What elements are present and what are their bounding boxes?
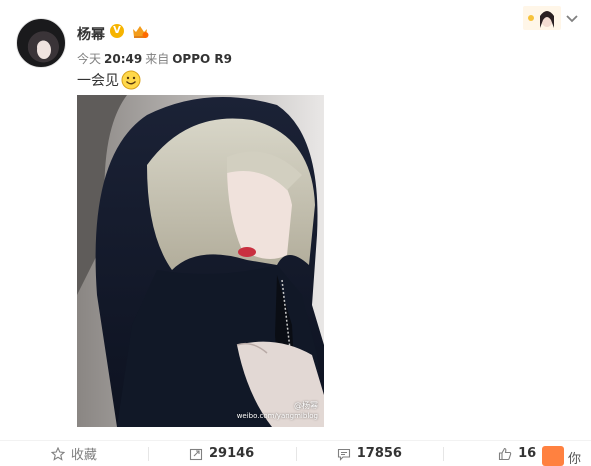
repost-button[interactable]: 29146: [147, 441, 296, 466]
post-time[interactable]: 20:49: [104, 52, 142, 66]
post-source-prefix: 来自: [145, 52, 170, 66]
comment-button[interactable]: 17856: [295, 441, 444, 466]
post-text-content: 一会见: [77, 73, 119, 89]
repost-icon: [189, 448, 203, 460]
author-avatar[interactable]: [16, 18, 66, 68]
star-icon: [50, 446, 65, 461]
post-date[interactable]: 今天: [77, 52, 101, 66]
favorite-button[interactable]: 收藏: [0, 441, 148, 466]
watermark-url: weibo.com/yangmiblog: [236, 412, 318, 420]
smile-emoji-icon: [121, 70, 141, 90]
like-count: 16: [518, 446, 537, 461]
chevron-down-icon[interactable]: [565, 11, 579, 25]
repost-count: 29146: [209, 446, 255, 461]
post-photo-image: [77, 95, 324, 427]
chat-mail-icon[interactable]: [542, 446, 564, 466]
photo-watermark: @杨幂 weibo.com/yangmiblog: [237, 401, 318, 421]
thumbs-up-icon: [499, 447, 512, 460]
favorite-label: 收藏: [70, 448, 97, 463]
post-meta: 今天 20:49 来自 OPPO R9: [77, 50, 232, 67]
chat-widget-label[interactable]: 你: [568, 448, 581, 466]
comment-count: 17856: [356, 446, 402, 461]
weibo-post-card: 杨幂 V 今天 20:49 来自 OPPO R9 一会见 @杨幂 weibo.c…: [0, 0, 591, 466]
post-text: 一会见: [77, 70, 141, 90]
post-photo[interactable]: @杨幂 weibo.com/yangmiblog: [77, 95, 324, 427]
post-header-right: [523, 6, 579, 30]
comment-icon: [337, 448, 350, 461]
author-name[interactable]: 杨幂: [77, 24, 105, 44]
post-action-bar: 收藏 29146 17856 16: [0, 440, 591, 466]
member-crown-icon[interactable]: [131, 24, 149, 39]
watermark-name: @杨幂: [294, 401, 318, 410]
post-device[interactable]: OPPO R9: [172, 52, 232, 66]
user-mini-avatar[interactable]: [523, 6, 561, 30]
verified-badge-icon[interactable]: V: [110, 24, 124, 38]
